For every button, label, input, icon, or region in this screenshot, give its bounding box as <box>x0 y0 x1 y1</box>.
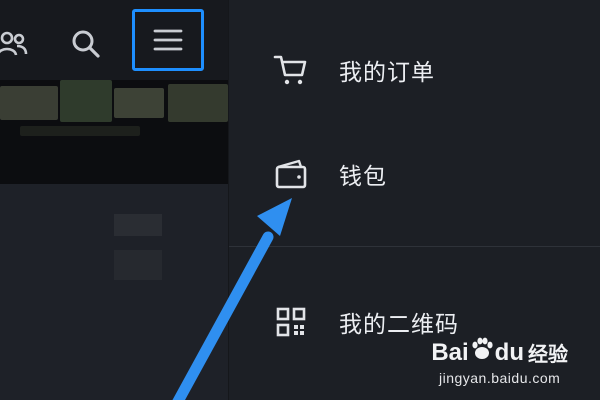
watermark-logo-cn: 经验 <box>528 344 568 366</box>
watermark-url: jingyan.baidu.com <box>438 370 561 386</box>
blur-block <box>20 126 140 136</box>
cart-icon <box>271 50 311 90</box>
watermark-logo-text: du <box>494 338 524 366</box>
drawer-item-label: 我的二维码 <box>339 312 459 338</box>
blur-block <box>0 86 58 120</box>
qr-code-icon <box>271 302 311 342</box>
blurred-placeholder <box>114 250 162 280</box>
watermark-logo: Bai du 经验 <box>431 337 568 368</box>
baidu-jingyan-watermark: Bai du 经验 jingyan.baidu.com <box>431 337 568 386</box>
menu-icon <box>152 27 184 53</box>
drawer-divider <box>229 246 600 247</box>
friends-button[interactable] <box>0 24 32 64</box>
blur-block <box>114 88 164 118</box>
blurred-placeholder <box>114 214 162 236</box>
paw-icon <box>471 337 493 368</box>
blur-block <box>168 84 228 122</box>
watermark-logo-text: Bai <box>431 338 469 366</box>
search-icon <box>69 27 103 61</box>
drawer-item-wallet[interactable]: 钱包 <box>229 134 600 214</box>
drawer-item-label: 钱包 <box>339 164 387 190</box>
blurred-banner <box>0 80 228 184</box>
menu-button[interactable] <box>132 9 204 71</box>
blur-block <box>60 80 112 122</box>
drawer-item-label: 我的订单 <box>339 60 435 86</box>
drawer-item-my-orders[interactable]: 我的订单 <box>229 30 600 110</box>
app-background <box>0 0 228 400</box>
friends-icon <box>0 27 29 61</box>
wallet-icon <box>271 154 311 194</box>
search-button[interactable] <box>66 24 106 64</box>
app-top-bar <box>0 0 228 80</box>
